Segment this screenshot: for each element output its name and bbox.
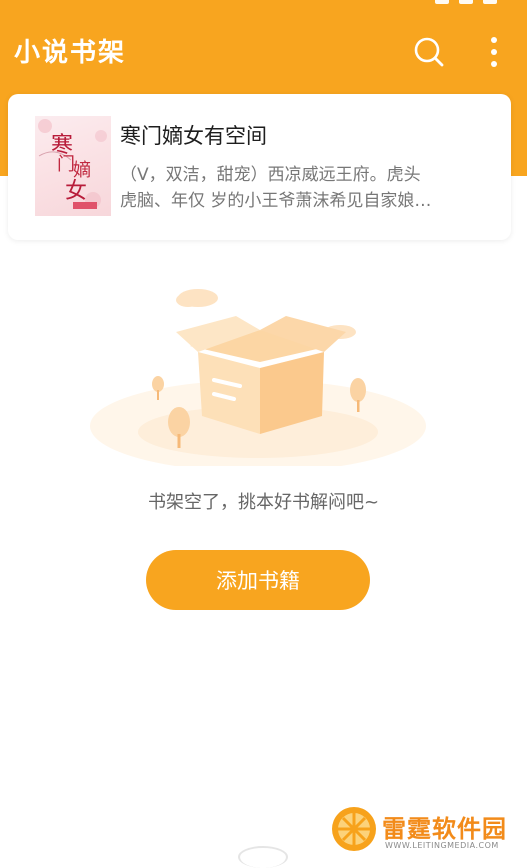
battery-icon (483, 0, 497, 4)
svg-text:女: 女 (65, 178, 87, 203)
book-card[interactable]: 寒 门 嫡 女 寒门嫡女有空间 （V，双洁，甜宠）西凉威远王府。虎头 虎脑、年仅… (8, 94, 511, 240)
book-description-line: （V，双洁，甜宠）西凉威远王府。虎头 (120, 165, 421, 185)
book-cover[interactable]: 寒 门 嫡 女 (35, 116, 111, 216)
status-bar (0, 0, 527, 12)
more-vertical-icon (491, 37, 497, 67)
empty-state-message: 书架空了，挑本好书解闷吧~ (147, 492, 380, 513)
empty-box-icon (78, 276, 438, 472)
bottom-decoration (238, 846, 288, 868)
watermark-name: 雷霆软件园 (382, 815, 507, 843)
watermark-url: WWW.LEITINGMEDIA.COM (385, 841, 499, 850)
add-books-button[interactable]: 添加书籍 (146, 550, 370, 610)
orange-logo-icon (332, 807, 376, 851)
book-description-line: 虎脑、年仅 岁的小王爷萧沫希见自家娘… (120, 191, 432, 211)
book-title[interactable]: 寒门嫡女有空间 (120, 120, 267, 150)
search-button[interactable] (411, 34, 447, 70)
svg-text:嫡: 嫡 (73, 160, 91, 180)
search-icon (414, 37, 444, 67)
status-icons (435, 0, 497, 4)
signal-icon (459, 0, 473, 4)
watermark: 雷霆软件园 WWW.LEITINGMEDIA.COM (330, 805, 527, 857)
wifi-icon (435, 0, 449, 4)
page-title: 小说书架 (14, 38, 127, 68)
more-options-button[interactable] (476, 34, 512, 70)
book-description: （V，双洁，甜宠）西凉威远王府。虎头 虎脑、年仅 岁的小王爷萧沫希见自家娘… (120, 162, 492, 214)
